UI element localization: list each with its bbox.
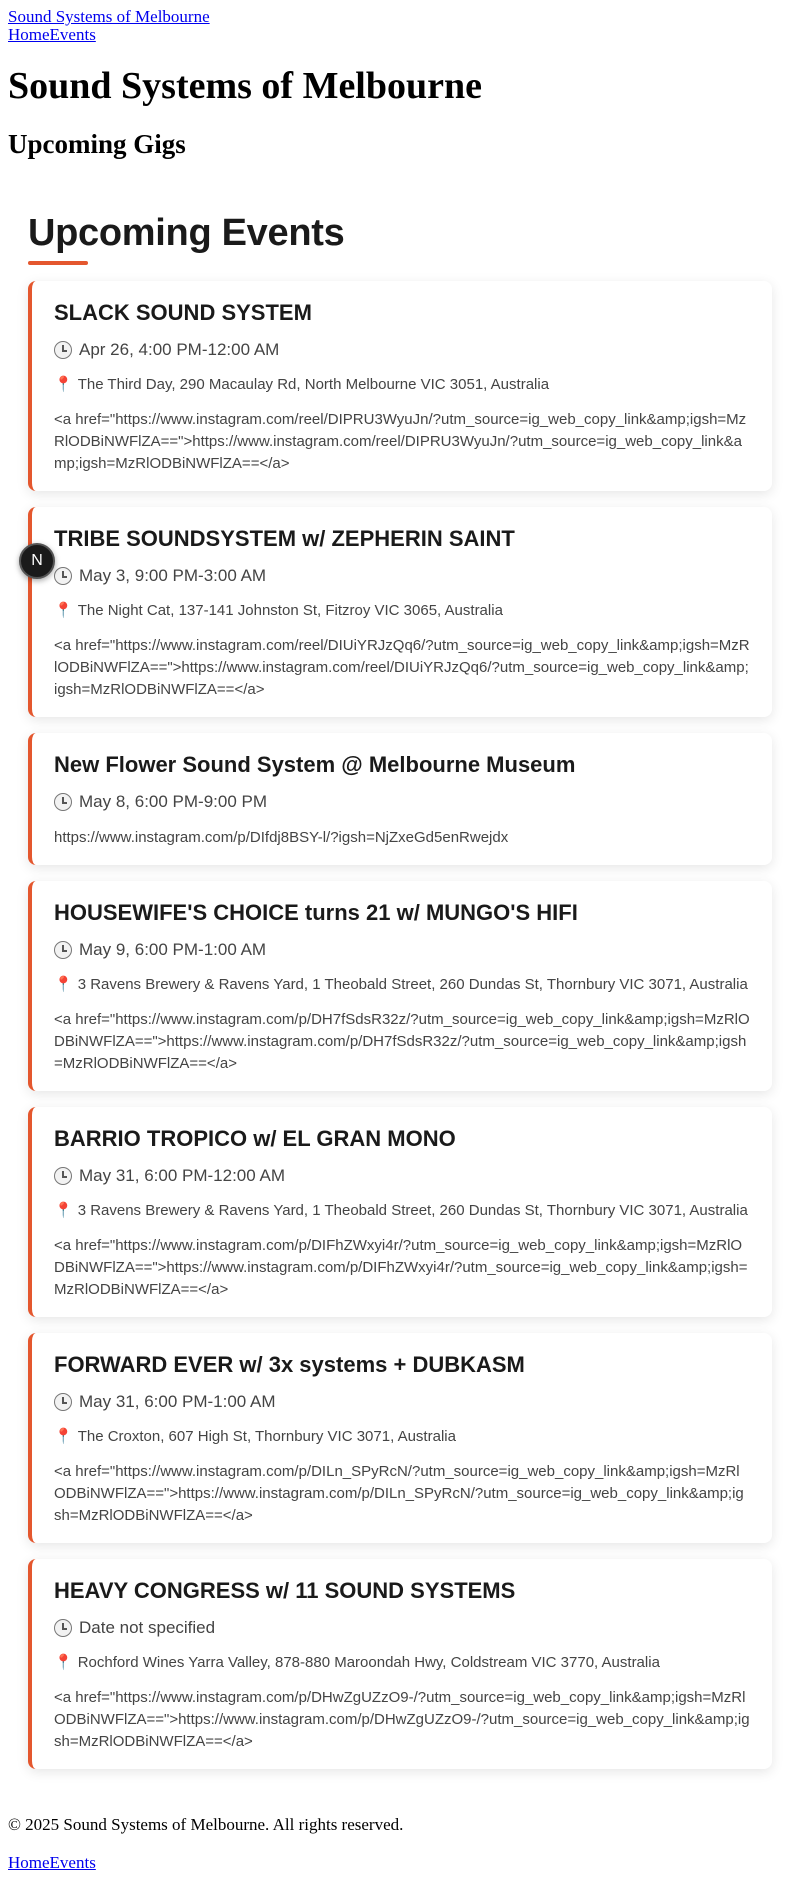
- event-description: <a href="https://www.instagram.com/p/DIL…: [54, 1463, 744, 1524]
- event-date: May 31, 6:00 PM-12:00 AM: [54, 1165, 750, 1187]
- event-location: 📍 The Croxton, 607 High St, Thornbury VIC…: [54, 1427, 750, 1447]
- location-pin-icon: 📍: [54, 976, 73, 993]
- event-description: <a href="https://www.instagram.com/reel/…: [54, 637, 750, 698]
- event-date-text: May 8, 6:00 PM-9:00 PM: [79, 792, 268, 811]
- event-location: 📍 Rochford Wines Yarra Valley, 878-880 Ma…: [54, 1653, 750, 1673]
- event-description: <a href="https://www.instagram.com/reel/…: [54, 411, 747, 472]
- event-location: 📍 3 Ravens Brewery & Ravens Yard, 1 Theob…: [54, 975, 750, 995]
- clock-icon: [54, 1393, 72, 1411]
- events-section: Upcoming Events SLACK SOUND SYSTEM Apr 26…: [0, 160, 800, 1769]
- event-description: <a href="https://www.instagram.com/p/DIF…: [54, 1237, 748, 1298]
- location-pin-icon: 📍: [54, 1654, 73, 1671]
- event-card: HEAVY CONGRESS w/ 11 SOUND SYSTEMS Date n…: [28, 1559, 772, 1769]
- site-footer: © 2025 Sound Systems of Melbourne. All r…: [0, 1785, 800, 1881]
- site-title: Sound Systems of Melbourne: [8, 65, 482, 107]
- event-card: SLACK SOUND SYSTEM Apr 26, 4:00 PM-12:00 …: [28, 281, 772, 491]
- event-card: BARRIO TROPICO w/ EL GRAN MONO May 31, 6:…: [28, 1107, 772, 1317]
- clock-icon: [54, 567, 72, 585]
- event-location: 📍 The Third Day, 290 Macaulay Rd, North M…: [54, 375, 750, 395]
- location-pin-icon: 📍: [54, 376, 73, 393]
- event-date-text: May 31, 6:00 PM-12:00 AM: [79, 1166, 285, 1185]
- event-location-text: The Croxton, 607 High St, Thornbury VIC …: [77, 1428, 456, 1445]
- event-date-text: May 9, 6:00 PM-1:00 AM: [79, 940, 267, 959]
- event-card: TRIBE SOUNDSYSTEM w/ ZEPHERIN SAINT May 3…: [28, 507, 772, 717]
- footer-nav: HomeEvents: [8, 1853, 792, 1873]
- event-card: New Flower Sound System @ Melbourne Muse…: [28, 733, 772, 865]
- event-location-text: 3 Ravens Brewery & Ravens Yard, 1 Theoba…: [77, 976, 748, 993]
- event-card: HOUSEWIFE'S CHOICE turns 21 w/ MUNGO'S H…: [28, 881, 772, 1091]
- footer-events-link[interactable]: Events: [50, 1853, 96, 1872]
- section-title: Upcoming Events: [28, 212, 345, 254]
- event-title: New Flower Sound System @ Melbourne Muse…: [54, 752, 576, 777]
- event-date-text: Apr 26, 4:00 PM-12:00 AM: [79, 340, 280, 359]
- event-date-text: May 3, 9:00 PM-3:00 AM: [79, 566, 267, 585]
- location-pin-icon: 📍: [54, 1428, 73, 1445]
- clock-icon: [54, 341, 72, 359]
- event-location-text: The Third Day, 290 Macaulay Rd, North Me…: [77, 376, 550, 393]
- event-date: Apr 26, 4:00 PM-12:00 AM: [54, 339, 750, 361]
- event-date: May 31, 6:00 PM-1:00 AM: [54, 1391, 750, 1413]
- event-title: FORWARD EVER w/ 3x systems + DUBKASM: [54, 1352, 525, 1377]
- event-title: TRIBE SOUNDSYSTEM w/ ZEPHERIN SAINT: [54, 526, 515, 551]
- event-location: 📍 The Night Cat, 137-141 Johnston St, Fit…: [54, 601, 750, 621]
- event-date: May 3, 9:00 PM-3:00 AM: [54, 565, 750, 587]
- event-title: SLACK SOUND SYSTEM: [54, 300, 312, 325]
- title-underline: [28, 261, 88, 265]
- clock-icon: [54, 1167, 72, 1185]
- clock-icon: [54, 1619, 72, 1637]
- event-date-text: Date not specified: [79, 1618, 216, 1637]
- location-pin-icon: 📍: [54, 1202, 73, 1219]
- event-date: May 8, 6:00 PM-9:00 PM: [54, 791, 750, 813]
- footer-home-link[interactable]: Home: [8, 1853, 50, 1872]
- nextjs-badge[interactable]: N: [19, 543, 55, 579]
- event-date: May 9, 6:00 PM-1:00 AM: [54, 939, 750, 961]
- event-title: BARRIO TROPICO w/ EL GRAN MONO: [54, 1126, 456, 1151]
- nav-home-link[interactable]: Home: [8, 26, 50, 44]
- top-nav: Home Events: [8, 26, 792, 44]
- events-list: SLACK SOUND SYSTEM Apr 26, 4:00 PM-12:00 …: [28, 281, 772, 1769]
- clock-icon: [54, 793, 72, 811]
- clock-icon: [54, 941, 72, 959]
- copyright-text: © 2025 Sound Systems of Melbourne. All r…: [8, 1815, 404, 1834]
- event-title: HEAVY CONGRESS w/ 11 SOUND SYSTEMS: [54, 1578, 516, 1603]
- location-pin-icon: 📍: [54, 602, 73, 619]
- site-home-link[interactable]: Sound Systems of Melbourne: [8, 8, 792, 26]
- event-description: <a href="https://www.instagram.com/p/DHw…: [54, 1689, 750, 1750]
- event-description: <a href="https://www.instagram.com/p/DH7…: [54, 1011, 750, 1072]
- event-date-text: May 31, 6:00 PM-1:00 AM: [79, 1392, 276, 1411]
- event-location-text: Rochford Wines Yarra Valley, 878-880 Mar…: [77, 1654, 660, 1671]
- event-location-text: 3 Ravens Brewery & Ravens Yard, 1 Theoba…: [77, 1202, 748, 1219]
- event-card: FORWARD EVER w/ 3x systems + DUBKASM May …: [28, 1333, 772, 1543]
- event-location-text: The Night Cat, 137-141 Johnston St, Fitz…: [77, 602, 503, 619]
- site-subtitle: Upcoming Gigs: [8, 129, 186, 159]
- nav-events-link[interactable]: Events: [50, 26, 96, 44]
- site-header: Sound Systems of Melbourne Home Events: [0, 0, 800, 44]
- event-title: HOUSEWIFE'S CHOICE turns 21 w/ MUNGO'S H…: [54, 900, 578, 925]
- event-date: Date not specified: [54, 1617, 750, 1639]
- badge-letter: N: [31, 552, 43, 569]
- event-description: https://www.instagram.com/p/DIfdj8BSY-l/…: [54, 829, 509, 846]
- event-location: 📍 3 Ravens Brewery & Ravens Yard, 1 Theob…: [54, 1201, 750, 1221]
